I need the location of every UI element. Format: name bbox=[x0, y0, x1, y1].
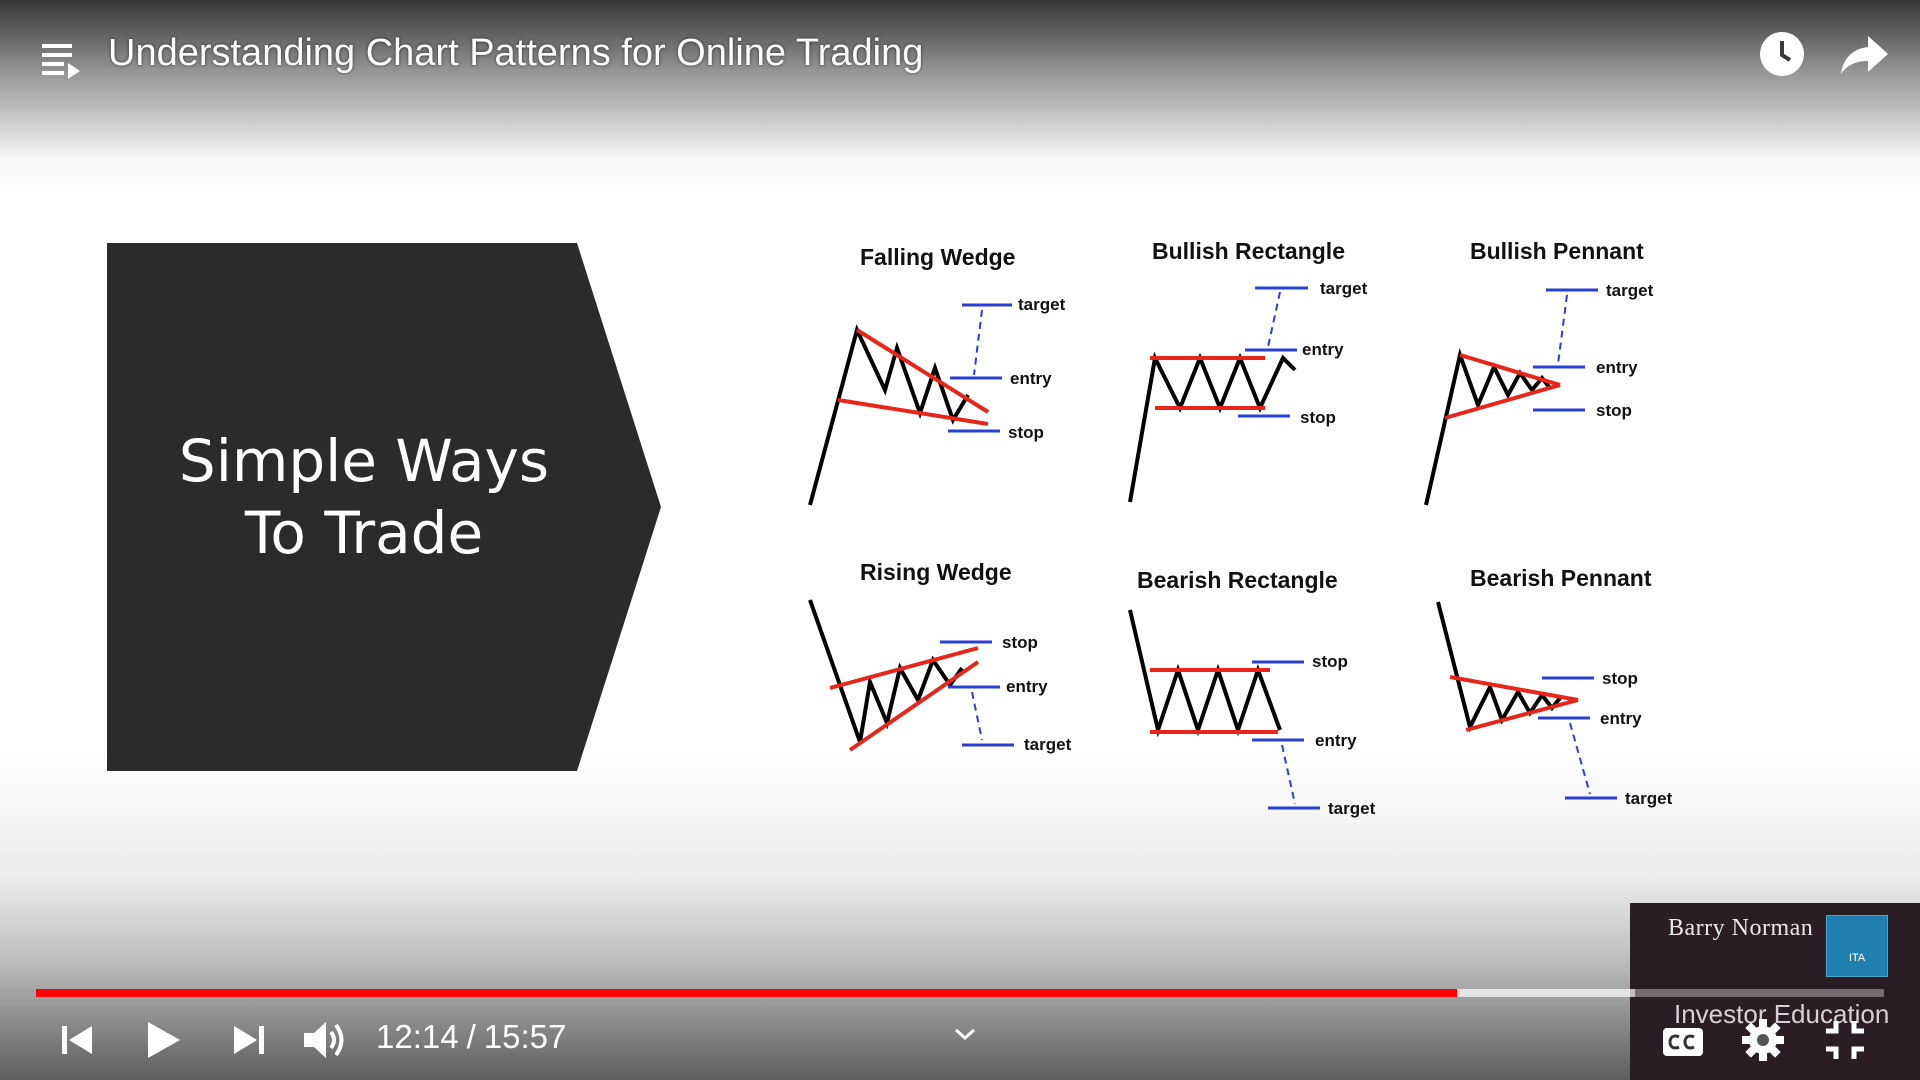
endcard-presenter-name: Barry Norman bbox=[1668, 915, 1814, 941]
bullish-pennant-pattern: Bullish Pennant target entry stop bbox=[1424, 238, 1654, 506]
bearish-rectangle-target: target bbox=[1328, 799, 1376, 818]
bullish-pennant-target: target bbox=[1606, 281, 1654, 300]
endcard-logo: ITA bbox=[1826, 915, 1888, 977]
current-time: 12:14 bbox=[376, 1018, 459, 1055]
chevron-down-icon[interactable] bbox=[948, 1022, 982, 1046]
playlist-icon[interactable] bbox=[38, 38, 82, 82]
falling-wedge-pattern: Falling Wedge target entry stop bbox=[808, 244, 1066, 506]
bullish-rectangle-stop: stop bbox=[1300, 408, 1336, 427]
rising-wedge-target: target bbox=[1024, 735, 1072, 754]
bullish-rectangle-entry: entry bbox=[1302, 340, 1344, 359]
bearish-rectangle-entry: entry bbox=[1315, 731, 1357, 750]
play-icon[interactable] bbox=[140, 1016, 184, 1064]
bullish-rectangle-pattern: Bullish Rectangle target entry stop bbox=[1128, 238, 1368, 503]
gear-icon[interactable] bbox=[1740, 1016, 1786, 1064]
player-title-bar: Understanding Chart Patterns for Online … bbox=[0, 0, 1920, 110]
slide-heading: Simple Ways To Trade bbox=[107, 425, 621, 569]
bullish-rectangle-target: target bbox=[1320, 279, 1368, 298]
duration: 15:57 bbox=[483, 1018, 567, 1055]
rising-wedge-entry: entry bbox=[1006, 677, 1048, 696]
video-title[interactable]: Understanding Chart Patterns for Online … bbox=[108, 32, 923, 75]
bearish-pennant-entry: entry bbox=[1600, 709, 1642, 728]
bullish-rectangle-title: Bullish Rectangle bbox=[1152, 238, 1345, 264]
chart-patterns-figure: .ptitle { font-size:23px; font-weight:bo… bbox=[808, 238, 1673, 818]
slide-heading-line2: To Trade bbox=[244, 499, 484, 567]
bullish-pennant-entry: entry bbox=[1596, 358, 1638, 377]
clock-icon[interactable] bbox=[1758, 30, 1806, 78]
slide-heading-line1: Simple Ways bbox=[178, 427, 550, 495]
time-separator: / bbox=[466, 1018, 476, 1055]
endcard-logo-text: ITA bbox=[1848, 952, 1866, 964]
bullish-pennant-stop: stop bbox=[1596, 401, 1632, 420]
bearish-rectangle-title: Bearish Rectangle bbox=[1137, 567, 1338, 593]
falling-wedge-title: Falling Wedge bbox=[860, 244, 1015, 270]
bearish-rectangle-stop: stop bbox=[1312, 652, 1348, 671]
progress-bar[interactable] bbox=[36, 989, 1884, 997]
bearish-rectangle-pattern: Bearish Rectangle stop entry target bbox=[1128, 567, 1376, 818]
rising-wedge-title: Rising Wedge bbox=[860, 559, 1012, 585]
bearish-pennant-stop: stop bbox=[1602, 669, 1638, 688]
bullish-pennant-title: Bullish Pennant bbox=[1470, 238, 1644, 264]
bearish-pennant-pattern: Bearish Pennant stop entry target bbox=[1436, 565, 1673, 808]
share-icon[interactable] bbox=[1838, 30, 1890, 78]
bearish-pennant-target: target bbox=[1625, 789, 1673, 808]
time-display: 12:14/15:57 bbox=[376, 1018, 566, 1056]
bearish-pennant-title: Bearish Pennant bbox=[1470, 565, 1652, 591]
previous-icon[interactable] bbox=[58, 1016, 98, 1064]
cc-icon[interactable] bbox=[1660, 1018, 1706, 1066]
falling-wedge-target: target bbox=[1018, 295, 1066, 314]
rising-wedge-pattern: Rising Wedge stop entry target bbox=[808, 559, 1072, 754]
falling-wedge-stop: stop bbox=[1008, 423, 1044, 442]
volume-icon[interactable] bbox=[300, 1016, 352, 1064]
falling-wedge-entry: entry bbox=[1010, 369, 1052, 388]
exit-fullscreen-icon[interactable] bbox=[1822, 1016, 1868, 1064]
progress-played bbox=[36, 989, 1457, 997]
rising-wedge-stop: stop bbox=[1002, 633, 1038, 652]
next-icon[interactable] bbox=[228, 1016, 268, 1064]
